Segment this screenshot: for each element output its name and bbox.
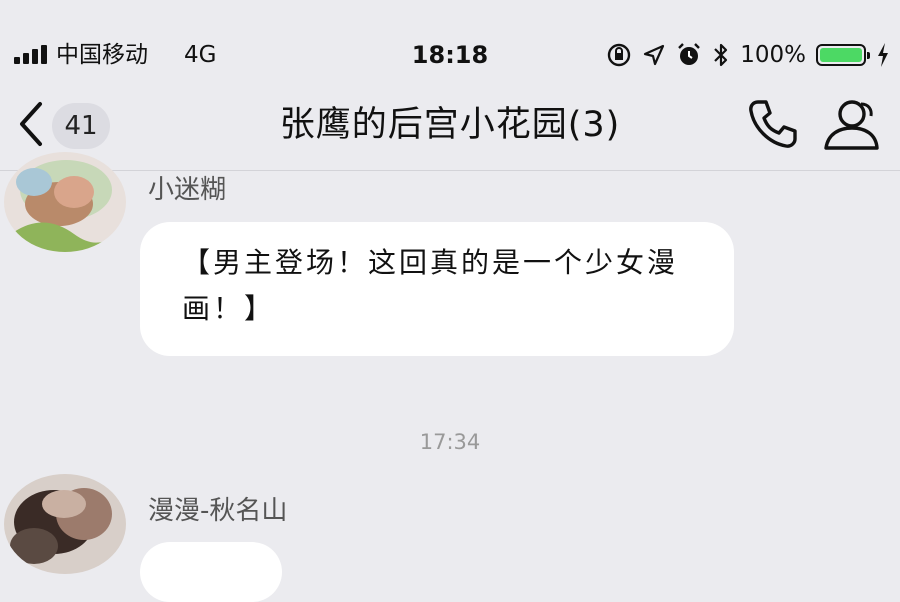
message-bubble[interactable] — [140, 542, 282, 602]
battery-icon — [816, 44, 870, 66]
message-text: 【男主登场！这回真的是一个少女漫画！】 — [182, 246, 679, 325]
status-icons: 100% — [606, 38, 890, 72]
orientation-lock-icon — [608, 43, 631, 67]
sender-name: 小迷糊 — [148, 175, 227, 205]
bluetooth-icon — [714, 43, 728, 67]
battery-percent: 100% — [740, 42, 806, 68]
phone-icon[interactable] — [744, 96, 800, 152]
message-bubble[interactable]: 【男主登场！这回真的是一个少女漫画！】 — [140, 222, 734, 356]
nav-bar: 41 张鹰的后宫小花园(3) — [0, 90, 900, 170]
alarm-icon — [678, 43, 701, 65]
avatar[interactable] — [4, 152, 126, 252]
timestamp: 17:34 — [419, 430, 481, 454]
charging-icon — [878, 43, 888, 67]
sender-name: 漫漫-秋名山 — [148, 496, 288, 526]
status-row: 中国移动 4G 18:18 100% — [0, 38, 900, 72]
avatar[interactable] — [4, 474, 126, 574]
location-icon — [644, 44, 665, 66]
battery-fill — [820, 48, 862, 62]
nav-divider — [0, 170, 900, 171]
group-members-icon[interactable] — [822, 96, 880, 152]
